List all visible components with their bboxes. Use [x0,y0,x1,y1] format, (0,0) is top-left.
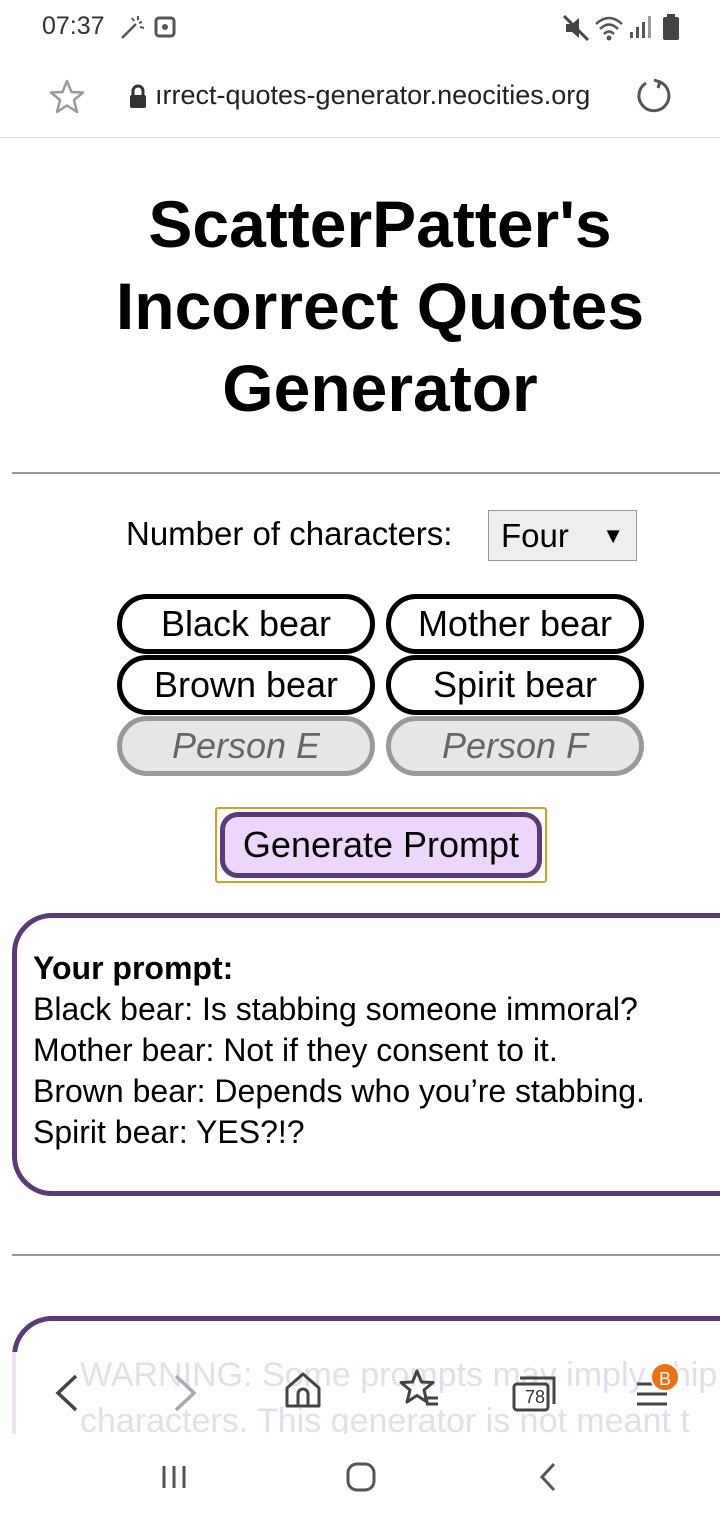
prompt-line: Brown bear: Depends who you’re stabbing. [33,1073,645,1109]
url-text[interactable]: ırrect-quotes-generator.neocities.org [155,80,590,111]
back-nav-icon[interactable] [536,1460,560,1494]
prompt-heading: Your prompt: [33,950,234,986]
tab-count: 78 [524,1387,546,1407]
status-time: 07:37 [42,12,105,40]
character-count-select[interactable]: Four ▼ [488,510,637,561]
home-nav-icon[interactable] [344,1460,378,1494]
bookmarks-icon[interactable] [398,1368,440,1410]
signal-icon [630,16,651,38]
bookmark-star-icon[interactable] [48,78,86,116]
character-input-a[interactable]: Black bear [117,594,375,654]
screen-record-icon [154,16,176,38]
forward-icon[interactable] [170,1372,200,1414]
divider [12,472,720,474]
menu-badge: B [650,1362,680,1392]
address-bar: ırrect-quotes-generator.neocities.org [0,56,720,138]
reload-icon[interactable] [634,76,674,116]
prompt-line: Mother bear: Not if they consent to it. [33,1032,558,1068]
divider [12,1254,720,1256]
prompt-line: Spirit bear: YES?!? [33,1114,305,1150]
mute-icon [562,14,590,42]
character-input-d[interactable]: Spirit bear [386,655,644,715]
lock-icon [130,84,146,108]
count-label: Number of characters: [126,515,453,552]
warning-text-behind-toolbar: WARNING: Some prompts may imply ship cha… [12,1352,720,1444]
page-title: ScatterPatter's Incorrect Quotes Generat… [115,187,645,425]
page-content: ScatterPatter's Incorrect Quotes Generat… [0,138,720,1352]
battery-icon [663,14,679,40]
magic-wand-icon [121,16,145,39]
character-input-f[interactable]: Person F [386,716,644,776]
warning-box [12,1316,720,1352]
prompt-output-box: Your prompt: Black bear: Is stabbing som… [12,913,720,1196]
character-input-b[interactable]: Mother bear [386,594,644,654]
prompt-line: Black bear: Is stabbing someone immoral? [33,991,638,1027]
character-input-e[interactable]: Person E [117,716,375,776]
generate-prompt-button[interactable]: Generate Prompt [220,812,542,878]
dropdown-arrow-icon: ▼ [602,523,624,548]
wifi-icon [595,16,623,41]
character-input-c[interactable]: Brown bear [117,655,375,715]
back-icon[interactable] [52,1372,82,1414]
system-navigation-bar [0,1434,720,1520]
recent-apps-icon[interactable] [160,1462,190,1492]
home-icon[interactable] [283,1370,323,1410]
status-bar: 07:37 [0,0,720,56]
generate-button-focus-ring: Generate Prompt [215,807,547,883]
browser-toolbar: WARNING: Some prompts may imply ship cha… [0,1352,720,1444]
character-count-value: Four [501,517,569,554]
